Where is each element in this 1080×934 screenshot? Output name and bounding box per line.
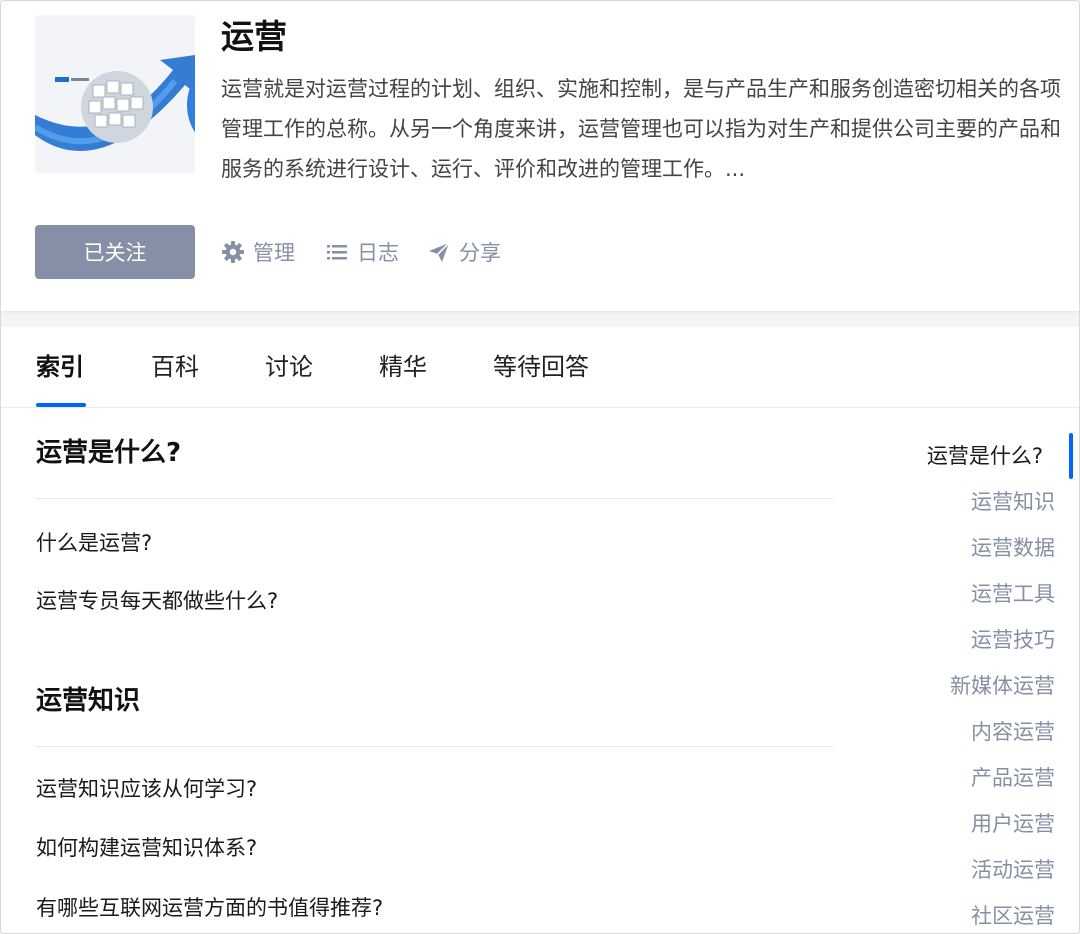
section-divider xyxy=(36,498,833,499)
topic-description: 运营就是对运营过程的计划、组织、实施和控制，是与产品生产和服务创造密切相关的各项… xyxy=(221,77,1061,181)
log-label: 日志 xyxy=(357,241,399,265)
topic-title: 运营 xyxy=(221,17,287,56)
tab-index[interactable]: 索引 xyxy=(36,347,84,387)
toc-item[interactable]: 社区运营 xyxy=(971,899,1055,933)
gear-icon xyxy=(221,240,245,264)
toc-item[interactable]: 活动运营 xyxy=(971,853,1055,887)
list-icon xyxy=(325,240,349,264)
tab-encyclopedia[interactable]: 百科 xyxy=(151,347,199,387)
question-link[interactable]: 运营知识应该从何学习? xyxy=(36,771,257,807)
tab-discussion[interactable]: 讨论 xyxy=(265,347,313,387)
toc-item[interactable]: 运营技巧 xyxy=(971,623,1055,657)
tab-bar: 索引 百科 讨论 精华 等待回答 xyxy=(1,327,1079,408)
toc-item[interactable]: 运营数据 xyxy=(971,531,1055,565)
tab-featured[interactable]: 精华 xyxy=(379,347,427,387)
toc-item[interactable]: 产品运营 xyxy=(971,761,1055,795)
content-card: 索引 百科 讨论 精华 等待回答 运营是什么? 什么是运营? 运营专员每天都做些… xyxy=(1,327,1079,933)
manage-label: 管理 xyxy=(253,241,295,265)
toc-item[interactable]: 新媒体运营 xyxy=(950,669,1055,703)
paper-plane-icon xyxy=(427,240,451,264)
section-title: 运营知识 xyxy=(36,686,141,716)
toc-item[interactable]: 用户运营 xyxy=(971,807,1055,841)
toc-active-indicator xyxy=(1069,433,1073,479)
share-label: 分享 xyxy=(459,241,501,265)
log-action[interactable]: 日志 xyxy=(325,235,399,269)
question-link[interactable]: 有哪些互联网运营方面的书值得推荐? xyxy=(36,890,383,926)
manage-action[interactable]: 管理 xyxy=(221,235,295,269)
toc-item[interactable]: 内容运营 xyxy=(971,715,1055,749)
toc-item[interactable]: 运营工具 xyxy=(971,577,1055,611)
share-action[interactable]: 分享 xyxy=(427,235,501,269)
question-link[interactable]: 什么是运营? xyxy=(36,525,152,561)
topic-cover-image xyxy=(35,15,195,173)
section-divider xyxy=(36,746,833,747)
topic-header: 运营 运营就是对运营过程的计划、组织、实施和控制，是与产品生产和服务创造密切相关… xyxy=(1,1,1079,311)
follow-button[interactable]: 已关注 xyxy=(35,225,195,279)
active-tab-indicator xyxy=(36,403,86,407)
question-link[interactable]: 运营专员每天都做些什么? xyxy=(36,583,278,619)
app-frame: 运营 运营就是对运营过程的计划、组织、实施和控制，是与产品生产和服务创造密切相关… xyxy=(0,0,1080,934)
question-link[interactable]: 如何构建运营知识体系? xyxy=(36,830,257,866)
section-title: 运营是什么? xyxy=(36,438,182,468)
tab-waiting-answers[interactable]: 等待回答 xyxy=(493,347,589,387)
toc-item[interactable]: 运营知识 xyxy=(971,485,1055,519)
toc-item[interactable]: 运营是什么? xyxy=(927,439,1043,473)
